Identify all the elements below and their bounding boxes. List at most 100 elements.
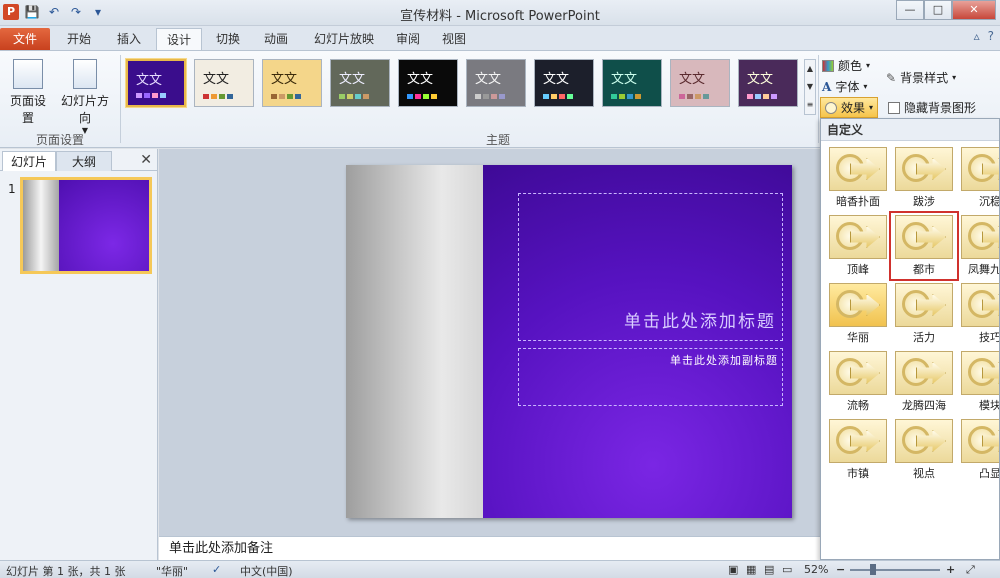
- effects-label: 效果: [841, 101, 866, 115]
- effects-button[interactable]: 效果 ▾: [820, 97, 879, 118]
- colors-button[interactable]: 颜色 ▾: [822, 57, 870, 74]
- chevron-down-icon: ▾: [952, 73, 957, 82]
- effect-item[interactable]: 凤舞九天: [957, 213, 999, 279]
- page-setup-button[interactable]: 页面设置: [6, 59, 50, 126]
- effect-item[interactable]: 模块: [957, 349, 999, 415]
- effect-item[interactable]: 活力: [891, 281, 957, 347]
- close-button[interactable]: ✕: [952, 0, 996, 20]
- slideshow-icon[interactable]: ▭: [782, 563, 792, 576]
- subtitle-placeholder[interactable]: 单击此处添加副标题: [518, 348, 783, 406]
- theme-item[interactable]: 文文: [262, 59, 322, 107]
- theme-item[interactable]: 文文: [194, 59, 254, 107]
- tab-insert[interactable]: 插入: [106, 28, 152, 50]
- help-icon[interactable]: ?: [988, 29, 994, 43]
- minimize-ribbon-icon[interactable]: ▵: [974, 29, 980, 43]
- slide-info: 幻灯片 第 1 张，共 1 张: [6, 565, 126, 578]
- effect-item[interactable]: 跋涉: [891, 145, 957, 211]
- ribbon-help: ▵ ?: [974, 29, 994, 43]
- effect-item-selected[interactable]: 华丽: [825, 281, 891, 347]
- tab-file[interactable]: 文件: [0, 28, 50, 50]
- colors-icon: [822, 59, 834, 72]
- notes-pane[interactable]: 单击此处添加备注: [159, 536, 820, 560]
- slide-sorter-icon[interactable]: ▦: [746, 563, 756, 576]
- effect-item[interactable]: 技巧: [957, 281, 999, 347]
- subtitle-placeholder-text: 单击此处添加副标题: [670, 354, 778, 367]
- group-divider: [818, 55, 819, 143]
- page-setup-icon: [13, 59, 43, 89]
- ribbon-tabs: 文件 开始 插入 设计 切换 动画 幻灯片放映 审阅 视图 ▵ ?: [0, 26, 1000, 50]
- hide-background-checkbox[interactable]: [888, 101, 900, 114]
- theme-item[interactable]: 文文: [398, 59, 458, 107]
- fit-to-window-icon[interactable]: ⤢: [966, 563, 975, 577]
- colors-label: 颜色: [838, 59, 863, 73]
- window-title: 宣传材料 - Microsoft PowerPoint: [400, 9, 600, 24]
- themes-group-label: 主题: [486, 133, 511, 147]
- theme-gallery: 文文 文文 文文 文文 文文 文文 文文 文文 文文 文文: [124, 59, 804, 115]
- effect-item[interactable]: 视点: [891, 417, 957, 483]
- tab-view[interactable]: 视图: [434, 28, 474, 50]
- maximize-button[interactable]: □: [924, 0, 952, 20]
- thumbnail-purple-area: [59, 180, 149, 271]
- theme-item[interactable]: 文文: [466, 59, 526, 107]
- pane-tabs: 幻灯片 大纲 ✕: [0, 151, 158, 171]
- zoom-level[interactable]: 52%: [804, 563, 828, 576]
- slide-thumbnail[interactable]: [20, 177, 152, 274]
- spellcheck-icon[interactable]: ✓: [212, 563, 221, 576]
- normal-view-icon[interactable]: ▣: [728, 563, 738, 576]
- effects-dropdown: 自定义 暗香扑面 跋涉 沉稳 顶峰 都市 凤舞九天 华丽 活力 技巧 流畅 龙腾…: [820, 118, 1000, 560]
- tab-outline[interactable]: 大纲: [56, 151, 112, 171]
- title-placeholder[interactable]: 单击此处添加标题: [518, 193, 783, 341]
- effects-icon: [825, 101, 837, 114]
- background-styles-icon: ✎: [886, 70, 897, 85]
- tab-review[interactable]: 审阅: [388, 28, 428, 50]
- scroll-down-icon[interactable]: ▼: [805, 78, 815, 96]
- minimize-button[interactable]: —: [896, 0, 924, 20]
- effect-item[interactable]: 市镇: [825, 417, 891, 483]
- zoom-out-button[interactable]: −: [836, 563, 845, 576]
- close-icon[interactable]: ✕: [140, 152, 152, 168]
- fonts-button[interactable]: A 字体 ▾: [822, 78, 867, 95]
- chevron-down-icon: ▾: [869, 103, 874, 112]
- theme-item[interactable]: 文文: [738, 59, 798, 107]
- slide-orientation-label: 幻灯片方向: [60, 94, 109, 125]
- chevron-down-icon: ▾: [866, 61, 871, 70]
- background-styles-button[interactable]: ✎ 背景样式 ▾: [886, 69, 956, 86]
- theme-item[interactable]: 文文: [534, 59, 594, 107]
- tab-home[interactable]: 开始: [56, 28, 102, 50]
- effect-item-highlighted[interactable]: 都市: [889, 211, 959, 281]
- effect-item[interactable]: 顶峰: [825, 213, 891, 279]
- slides-pane: 幻灯片 大纲 ✕ 1: [0, 149, 158, 560]
- theme-item[interactable]: 文文: [126, 59, 186, 107]
- page-setup-group-label: 页面设置: [36, 133, 85, 147]
- theme-item[interactable]: 文文: [330, 59, 390, 107]
- zoom-slider-track[interactable]: [850, 569, 940, 571]
- effect-item[interactable]: 凸显: [957, 417, 999, 483]
- reading-view-icon[interactable]: ▤: [764, 563, 774, 576]
- zoom-in-button[interactable]: +: [946, 563, 955, 576]
- effect-item[interactable]: 流畅: [825, 349, 891, 415]
- zoom-slider-thumb[interactable]: [870, 564, 876, 575]
- tab-animations[interactable]: 动画: [254, 28, 298, 50]
- window-controls: — □ ✕: [896, 0, 996, 20]
- hide-background-label: 隐藏背景图形: [904, 101, 977, 115]
- tab-slideshow[interactable]: 幻灯片放映: [304, 28, 384, 50]
- scroll-up-icon[interactable]: ▲: [805, 60, 815, 78]
- language[interactable]: 中文(中国): [240, 563, 293, 578]
- effect-item[interactable]: 暗香扑面: [825, 145, 891, 211]
- tab-design[interactable]: 设计: [156, 28, 202, 50]
- gallery-scroll[interactable]: ▲ ▼ ≡: [804, 59, 816, 115]
- effect-item[interactable]: 龙腾四海: [891, 349, 957, 415]
- theme-item[interactable]: 文文: [670, 59, 730, 107]
- slide-orientation-icon: [73, 59, 97, 89]
- hide-background-checkbox-row[interactable]: 隐藏背景图形: [888, 99, 976, 116]
- status-bar: 幻灯片 第 1 张，共 1 张 "华丽" ✓ 中文(中国) ▣ ▦ ▤ ▭ 52…: [0, 560, 1000, 578]
- slide-orientation-button[interactable]: 幻灯片方向 ▼: [56, 59, 114, 135]
- theme-item[interactable]: 文文: [602, 59, 662, 107]
- tab-transitions[interactable]: 切换: [206, 28, 250, 50]
- gallery-more-icon[interactable]: ≡: [805, 96, 815, 114]
- effect-item[interactable]: 沉稳: [957, 145, 999, 211]
- slide-canvas[interactable]: 单击此处添加标题 单击此处添加副标题: [346, 165, 792, 518]
- tab-slides[interactable]: 幻灯片: [2, 151, 56, 171]
- group-divider: [120, 55, 121, 143]
- thumbnail-gray-band: [23, 180, 59, 271]
